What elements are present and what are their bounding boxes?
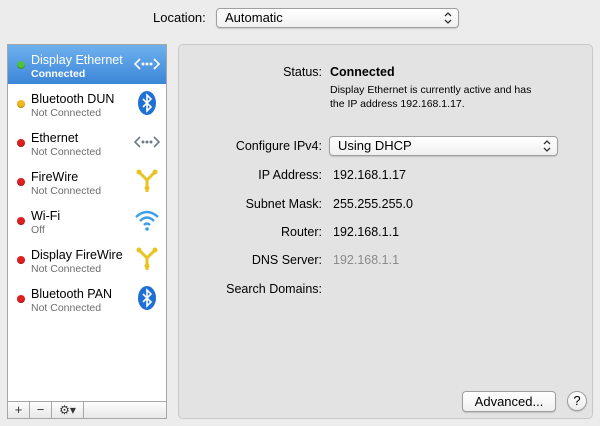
dns-server-label: DNS Server: xyxy=(251,253,322,267)
service-name: Display Ethernet xyxy=(31,53,123,67)
service-name: Bluetooth DUN xyxy=(31,92,115,106)
ip-address-label: IP Address: xyxy=(258,168,322,182)
ethernet-icon xyxy=(134,58,160,70)
service-status: Not Connected xyxy=(31,146,102,158)
service-item-ethernet[interactable]: Ethernet Not Connected xyxy=(8,123,166,162)
remove-service-button[interactable]: − xyxy=(30,402,52,418)
service-list: Display Ethernet Connected Bluetooth DUN… xyxy=(7,44,167,402)
service-name: Wi-Fi xyxy=(31,209,61,223)
service-list-toolbar: + − ⚙▾ xyxy=(7,402,167,419)
status-dot-red xyxy=(17,178,25,186)
status-value: Connected xyxy=(330,65,395,79)
status-dot-red xyxy=(17,256,25,264)
status-dot-red xyxy=(17,217,25,225)
service-item-firewire[interactable]: FireWire Not Connected xyxy=(8,162,166,201)
service-item-bluetooth-dun[interactable]: Bluetooth DUN Not Connected xyxy=(8,84,166,123)
service-item-display-firewire[interactable]: Display FireWire Not Connected xyxy=(8,240,166,279)
service-name: Bluetooth PAN xyxy=(31,287,113,301)
location-value: Automatic xyxy=(225,10,283,25)
service-status: Not Connected xyxy=(31,302,102,314)
service-name: Ethernet xyxy=(31,131,79,145)
service-item-display-ethernet[interactable]: Display Ethernet Connected xyxy=(8,45,166,84)
chevron-updown-icon xyxy=(543,140,551,152)
status-dot-red xyxy=(17,139,25,147)
configure-ipv4-value: Using DHCP xyxy=(338,138,412,153)
router-label: Router: xyxy=(281,225,322,239)
search-domains-label: Search Domains: xyxy=(226,282,322,296)
firewire-icon xyxy=(136,169,158,192)
ethernet-icon xyxy=(134,136,160,148)
chevron-updown-icon xyxy=(444,12,452,24)
service-status: Not Connected xyxy=(31,185,102,197)
service-status: Not Connected xyxy=(31,263,102,275)
subnet-mask-value: 255.255.255.0 xyxy=(333,197,413,211)
dns-server-value: 192.168.1.1 xyxy=(333,253,400,267)
service-status: Connected xyxy=(31,68,86,80)
service-name: Display FireWire xyxy=(31,248,123,262)
configure-ipv4-label: Configure IPv4: xyxy=(235,139,322,153)
add-service-button[interactable]: + xyxy=(8,402,30,418)
service-item-bluetooth-pan[interactable]: Bluetooth PAN Not Connected xyxy=(8,279,166,318)
service-status: Off xyxy=(31,224,45,236)
service-item-wifi[interactable]: Wi-Fi Off xyxy=(8,201,166,240)
advanced-button[interactable]: Advanced... xyxy=(462,391,556,412)
bluetooth-icon xyxy=(138,91,156,115)
service-name: FireWire xyxy=(31,170,79,184)
wifi-icon xyxy=(135,210,159,231)
ip-address-value: 192.168.1.17 xyxy=(333,168,406,182)
service-status: Not Connected xyxy=(31,107,102,119)
status-dot-red xyxy=(17,295,25,303)
subnet-mask-label: Subnet Mask: xyxy=(245,197,322,211)
firewire-icon xyxy=(136,247,158,270)
status-label: Status: xyxy=(283,65,322,79)
status-description-line2: the IP address 192.168.1.17. xyxy=(330,98,465,110)
configure-ipv4-select[interactable]: Using DHCP xyxy=(329,136,558,156)
location-label: Location: xyxy=(153,10,206,25)
status-description-line1: Display Ethernet is currently active and… xyxy=(330,84,532,96)
location-select[interactable]: Automatic xyxy=(216,8,459,28)
bluetooth-icon xyxy=(138,286,156,310)
help-button[interactable]: ? xyxy=(567,391,587,411)
status-dot-yellow xyxy=(17,100,25,108)
gear-menu-button[interactable]: ⚙▾ xyxy=(52,402,84,418)
status-dot-green xyxy=(17,61,25,69)
router-value: 192.168.1.1 xyxy=(333,225,400,239)
